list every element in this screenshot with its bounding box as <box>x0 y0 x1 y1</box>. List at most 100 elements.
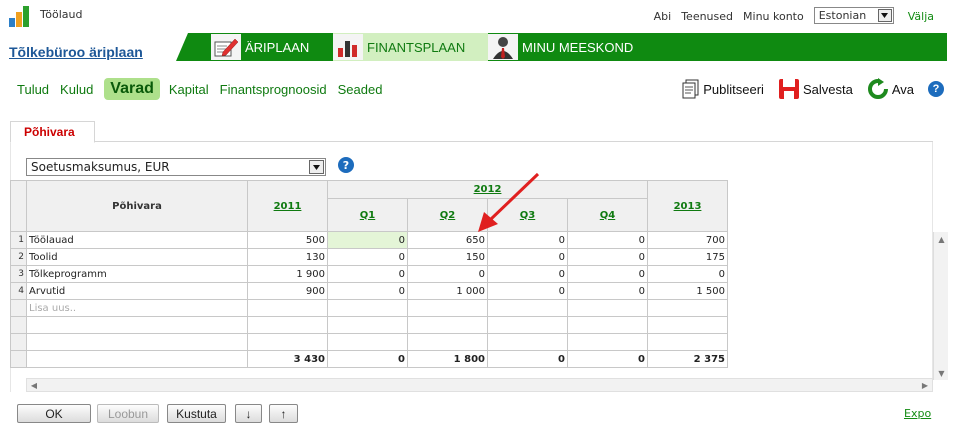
project-title-link[interactable]: Tõlkebüroo äriplaan <box>9 44 143 60</box>
column-header-q1[interactable]: Q1 <box>327 198 408 232</box>
empty-cell[interactable] <box>647 333 728 351</box>
value-cell[interactable]: 0 <box>647 265 728 283</box>
help-link[interactable]: Abi <box>654 10 672 23</box>
ok-button[interactable]: OK <box>17 404 91 423</box>
empty-cell[interactable] <box>327 333 408 351</box>
empty-cell[interactable] <box>247 333 328 351</box>
services-link[interactable]: Teenused <box>681 10 733 23</box>
asset-name-cell[interactable]: Tõlkeprogramm <box>26 265 248 283</box>
logout-link[interactable]: Välja <box>908 10 934 23</box>
publish-button[interactable]: Publitseeri <box>682 79 764 99</box>
add-new-asset-cell[interactable]: Lisa uus.. <box>26 299 248 317</box>
total-cell: 0 <box>487 350 568 368</box>
top-bar: Töölaud Abi Teenused Minu konto Estonian… <box>0 0 960 32</box>
value-cell[interactable]: 0 <box>567 248 648 266</box>
subnav-item-settings[interactable]: Seaded <box>338 80 383 99</box>
empty-cell[interactable] <box>647 316 728 334</box>
scroll-up-icon[interactable]: ▲ <box>934 232 949 246</box>
scroll-down-icon[interactable]: ▼ <box>934 366 949 380</box>
empty-cell[interactable] <box>327 316 408 334</box>
open-label: Ava <box>891 81 914 97</box>
empty-cell[interactable] <box>26 316 248 334</box>
subnav-item-revenue[interactable]: Tulud <box>17 80 49 99</box>
main-nav-tab-financial-plan[interactable]: FINANTSPLAAN <box>333 33 488 61</box>
scroll-right-icon[interactable]: ▶ <box>918 379 932 391</box>
value-cell[interactable]: 0 <box>567 265 648 283</box>
value-cell[interactable]: 0 <box>487 282 568 300</box>
help-button[interactable]: ? <box>928 81 944 97</box>
asset-name-cell[interactable]: Toolid <box>26 248 248 266</box>
app-title[interactable]: Töölaud <box>40 8 83 21</box>
account-link[interactable]: Minu konto <box>743 10 804 23</box>
subnav-item-capital[interactable]: Kapital <box>169 80 209 99</box>
value-cell[interactable]: 700 <box>647 231 728 249</box>
vertical-scrollbar[interactable]: ▲ ▼ <box>933 232 948 380</box>
valuation-select[interactable]: Soetusmaksumus, EUR <box>26 158 326 176</box>
horizontal-scrollbar[interactable]: ◀ ▶ <box>26 378 933 392</box>
empty-cell[interactable] <box>567 316 648 334</box>
column-header-q4[interactable]: Q4 <box>567 198 648 232</box>
value-cell[interactable]: 900 <box>247 282 328 300</box>
value-cell[interactable]: 0 <box>327 282 408 300</box>
value-cell[interactable]: 0 <box>487 248 568 266</box>
empty-cell[interactable] <box>327 299 408 317</box>
empty-cell[interactable] <box>407 333 488 351</box>
main-nav-tab-business-plan[interactable]: ÄRIPLAAN <box>211 33 333 61</box>
cancel-button[interactable]: Loobun <box>97 404 159 423</box>
empty-cell[interactable] <box>567 299 648 317</box>
empty-row <box>10 316 728 334</box>
value-cell-selected[interactable]: 0 <box>327 231 408 249</box>
asset-name-cell[interactable]: Töölauad <box>26 231 248 249</box>
language-select[interactable]: Estonian <box>813 7 894 24</box>
action-bar: Publitseeri Salvesta Ava ? <box>668 78 944 100</box>
table-row: 4 Arvutid 900 0 1 000 0 0 1 500 <box>10 282 728 300</box>
value-cell[interactable]: 1 000 <box>407 282 488 300</box>
value-cell[interactable]: 0 <box>567 231 648 249</box>
panel-tab-strip <box>10 121 933 142</box>
subnav-item-forecasts[interactable]: Finantsprognoosid <box>220 80 327 99</box>
empty-cell[interactable] <box>647 299 728 317</box>
value-cell[interactable]: 1 500 <box>647 282 728 300</box>
empty-cell[interactable] <box>247 316 328 334</box>
value-cell[interactable]: 0 <box>327 265 408 283</box>
export-link[interactable]: Expo <box>904 407 931 420</box>
subnav-item-assets[interactable]: Varad <box>104 78 160 100</box>
move-down-button[interactable]: ↓ <box>235 404 262 423</box>
empty-cell[interactable] <box>26 333 248 351</box>
app-logo-icon[interactable] <box>8 4 30 28</box>
empty-cell[interactable] <box>487 316 568 334</box>
document-icon <box>682 79 700 99</box>
value-cell[interactable]: 0 <box>327 248 408 266</box>
empty-cell[interactable] <box>407 299 488 317</box>
value-cell[interactable]: 0 <box>407 265 488 283</box>
open-button[interactable]: Ava <box>867 78 914 100</box>
main-nav-label: ÄRIPLAAN <box>245 39 310 55</box>
move-up-button[interactable]: ↑ <box>269 404 298 423</box>
subnav-item-costs[interactable]: Kulud <box>60 80 93 99</box>
scroll-left-icon[interactable]: ◀ <box>27 379 41 391</box>
main-nav-tab-my-team[interactable]: MINU MEESKOND <box>488 33 658 61</box>
empty-cell[interactable] <box>487 333 568 351</box>
tab-fixed-assets[interactable]: Põhivara <box>10 121 95 143</box>
empty-cell[interactable] <box>247 299 328 317</box>
question-icon: ? <box>928 81 944 97</box>
save-button[interactable]: Salvesta <box>778 78 853 100</box>
empty-cell[interactable] <box>407 316 488 334</box>
column-header-2011[interactable]: 2011 <box>247 180 328 232</box>
value-cell[interactable]: 500 <box>247 231 328 249</box>
empty-cell[interactable] <box>567 333 648 351</box>
value-cell[interactable]: 0 <box>567 282 648 300</box>
select-help-button[interactable]: ? <box>338 157 354 173</box>
value-cell[interactable]: 130 <box>247 248 328 266</box>
value-cell[interactable]: 150 <box>407 248 488 266</box>
value-cell[interactable]: 0 <box>487 265 568 283</box>
column-header-2013[interactable]: 2013 <box>647 180 728 232</box>
total-cell: 0 <box>327 350 408 368</box>
empty-cell[interactable] <box>487 299 568 317</box>
value-cell[interactable]: 175 <box>647 248 728 266</box>
row-number: 3 <box>10 265 27 283</box>
table-row: 2 Toolid 130 0 150 0 0 175 <box>10 248 728 266</box>
value-cell[interactable]: 1 900 <box>247 265 328 283</box>
delete-button[interactable]: Kustuta <box>167 404 226 423</box>
asset-name-cell[interactable]: Arvutid <box>26 282 248 300</box>
